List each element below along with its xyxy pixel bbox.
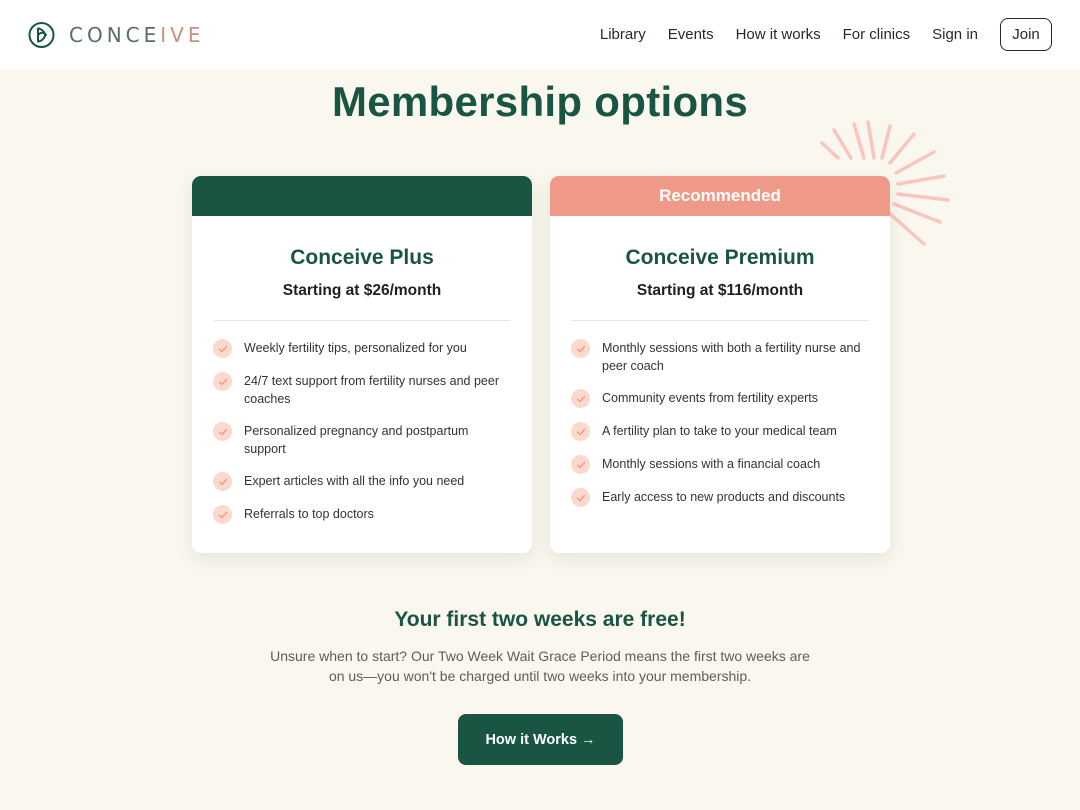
plan-price: Starting at $116/month	[636, 282, 804, 299]
divider	[572, 320, 868, 321]
nav-sign-in[interactable]: Sign in	[932, 26, 978, 43]
feature-item: Community events from fertility experts	[571, 389, 861, 408]
feature-list: Monthly sessions with both a fertility n…	[571, 339, 861, 507]
feature-item: Expert articles with all the info you ne…	[213, 472, 503, 491]
feature-item: Monthly sessions with both a fertility n…	[571, 339, 861, 375]
plan-price: Starting at $26/month	[282, 282, 442, 299]
check-icon	[213, 505, 232, 524]
plan-card-plus: Conceive Plus Starting at $26/month Week…	[192, 176, 532, 553]
feature-text: Personalized pregnancy and postpartum su…	[244, 424, 469, 456]
check-icon	[213, 472, 232, 491]
feature-text: Community events from fertility experts	[602, 391, 819, 405]
logo[interactable]: CONCEIVE	[28, 20, 205, 50]
divider	[214, 320, 510, 321]
feature-item: A fertility plan to take to your medical…	[571, 422, 861, 441]
feature-item: Referrals to top doctors	[213, 505, 503, 524]
check-icon	[213, 422, 232, 441]
feature-text: Monthly sessions with both a fertility n…	[602, 341, 861, 373]
feature-text: A fertility plan to take to your medical…	[602, 424, 837, 438]
main-nav: Library Events How it works For clinics …	[578, 18, 1052, 51]
check-icon	[571, 488, 590, 507]
feature-item: 24/7 text support from fertility nurses …	[213, 372, 503, 408]
feature-text: Expert articles with all the info you ne…	[244, 474, 465, 488]
join-button[interactable]: Join	[1000, 18, 1052, 51]
nav-events[interactable]: Events	[668, 26, 714, 43]
feature-text: Weekly fertility tips, personalized for …	[244, 341, 467, 355]
nav-for-clinics[interactable]: For clinics	[843, 26, 911, 43]
feature-item: Early access to new products and discoun…	[571, 488, 861, 507]
check-icon	[571, 455, 590, 474]
check-icon	[213, 339, 232, 358]
plan-name: Conceive Plus	[290, 246, 434, 269]
plan-name: Conceive Premium	[625, 246, 815, 269]
nav-library[interactable]: Library	[600, 26, 646, 43]
check-icon	[213, 372, 232, 391]
check-icon	[571, 389, 590, 408]
check-icon	[571, 422, 590, 441]
feature-item: Weekly fertility tips, personalized for …	[213, 339, 503, 358]
feature-text: Early access to new products and discoun…	[602, 490, 846, 504]
feature-list: Weekly fertility tips, personalized for …	[213, 339, 503, 524]
feature-item: Monthly sessions with a financial coach	[571, 455, 861, 474]
recommended-badge: Recommended	[550, 176, 890, 216]
logo-wordmark: CONCEIVE	[69, 22, 205, 47]
nav-how-it-works[interactable]: How it works	[736, 26, 821, 43]
feature-text: 24/7 text support from fertility nurses …	[244, 374, 499, 406]
site-header: CONCEIVE Library Events How it works For…	[0, 0, 1080, 69]
conceive-logo-icon	[28, 21, 55, 48]
how-it-works-button[interactable]: How it Works →	[458, 714, 623, 765]
plan-card-premium: Recommended Conceive Premium Starting at…	[550, 176, 890, 553]
check-icon	[571, 339, 590, 358]
free-trial-description: Unsure when to start? Our Two Week Wait …	[270, 648, 810, 684]
feature-text: Monthly sessions with a financial coach	[602, 457, 821, 471]
plan-band	[192, 176, 532, 216]
free-trial-title: Your first two weeks are free!	[394, 608, 686, 631]
feature-text: Referrals to top doctors	[244, 507, 374, 521]
feature-item: Personalized pregnancy and postpartum su…	[213, 422, 503, 458]
